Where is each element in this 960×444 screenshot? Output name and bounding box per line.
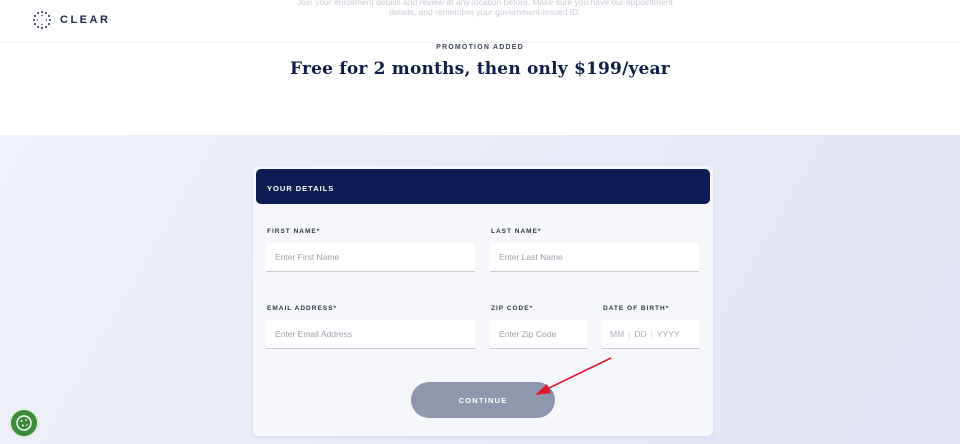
promotion-label: PROMOTION ADDED [436, 44, 524, 51]
cookie-settings-button[interactable] [9, 408, 39, 438]
dob-year[interactable]: YYYY [657, 329, 680, 339]
promotion-banner: PROMOTION ADDED Free for 2 months, then … [0, 43, 960, 135]
last-name-input[interactable] [490, 243, 699, 271]
first-name-input[interactable] [266, 243, 475, 271]
clear-logo[interactable]: CLEAR [32, 10, 110, 30]
site-header: CLEAR Join your enrollment details and r… [0, 0, 960, 43]
date-of-birth-field[interactable]: MM | DD | YYYY [602, 320, 699, 349]
last-name-field[interactable] [490, 243, 699, 272]
logo-text: CLEAR [60, 14, 111, 26]
last-name-label: LAST NAME* [491, 228, 542, 235]
first-name-label: FIRST NAME* [267, 228, 321, 235]
form-header: YOUR DETAILS [256, 169, 710, 204]
promotion-title: Free for 2 months, then only $199/year [290, 59, 670, 79]
dob-day[interactable]: DD [634, 329, 646, 339]
email-input[interactable] [266, 320, 475, 348]
zip-code-input[interactable] [490, 320, 587, 348]
first-name-field[interactable] [266, 243, 475, 272]
annotation-arrow [535, 357, 612, 395]
zip-code-label: ZIP CODE* [491, 305, 534, 312]
email-field[interactable] [266, 320, 475, 349]
cookie-icon [16, 415, 32, 431]
faded-instruction-text: Join your enrollment details and review … [297, 0, 673, 17]
date-of-birth-label: DATE OF BIRTH* [603, 305, 670, 312]
clear-logo-icon [33, 11, 51, 29]
dob-separator: | [650, 329, 653, 339]
email-label: EMAIL ADDRESS* [267, 305, 337, 312]
form-header-title: YOUR DETAILS [267, 184, 335, 193]
dob-separator: | [628, 329, 631, 339]
dob-month[interactable]: MM [610, 329, 624, 339]
zip-code-field[interactable] [490, 320, 587, 349]
